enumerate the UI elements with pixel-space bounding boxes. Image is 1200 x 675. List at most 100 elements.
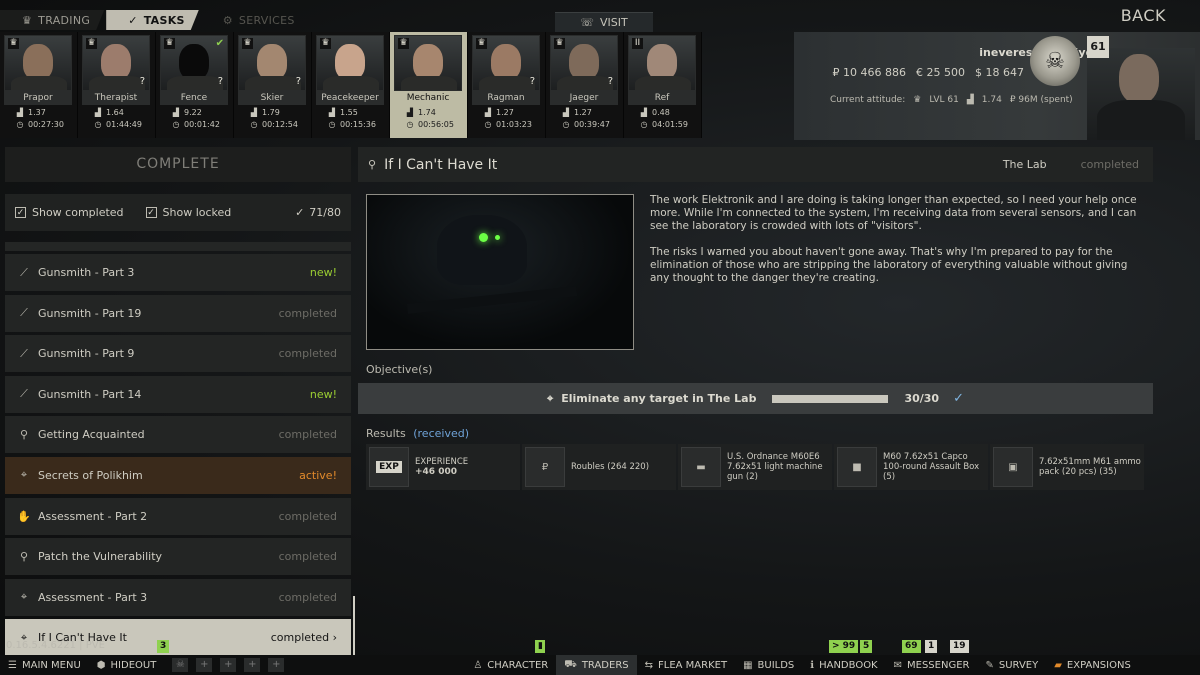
quest-name: Gunsmith - Part 3 — [38, 266, 135, 279]
target-icon: ⌖ — [20, 590, 28, 604]
reward-item[interactable]: ▣ 7.62x51mm M61 ammo pack (20 pcs) (35) — [990, 444, 1144, 490]
show-locked-checkbox[interactable]: ✓ — [145, 207, 157, 218]
bookmark-icon[interactable]: ▮ — [535, 640, 545, 653]
quest-image — [366, 194, 634, 350]
quest-list-item[interactable]: ⟋ Gunsmith - Part 14 new! — [5, 375, 351, 413]
quest-list-item[interactable]: ✋ Assessment - Part 2 completed — [5, 497, 351, 535]
status-chip[interactable]: 1 — [925, 640, 938, 653]
trader-card-jaeger[interactable]: ♛ ? Jaeger ▟ 1.27 ◷ 00:39:47 — [546, 32, 624, 138]
trader-restock-timer: ◷ 00:39:47 — [562, 120, 610, 129]
quest-list-item[interactable]: ⟋ Gunsmith - Part 3 new! — [5, 254, 351, 291]
trader-standing: ▟ 1.79 — [250, 108, 280, 117]
trader-portrait: ♛ ? — [550, 35, 618, 91]
quest-name: Assessment - Part 3 — [38, 590, 148, 604]
survey-icon: ✎ — [985, 659, 994, 671]
back-button[interactable]: BACK — [1121, 6, 1166, 25]
top-tabs: ♛ TRADING ✓ TASKS ⚙ SERVICES — [0, 10, 311, 30]
quest-description: The work Elektronik and I are doing is t… — [650, 194, 1142, 298]
trader-name: Prapor — [4, 91, 72, 105]
survey-button[interactable]: ✎ SURVEY — [977, 655, 1046, 675]
trader-card-ref[interactable]: II Ref ▟ 0.48 ◷ 04:01:59 — [624, 32, 702, 138]
standing-icon: ▟ — [16, 108, 24, 117]
trader-card-mechanic[interactable]: ♛ Mechanic ▟ 1.74 ◷ 00:56:05 — [390, 32, 468, 138]
trader-portrait: ♛ — [316, 35, 384, 91]
add-slot-icon[interactable]: + — [244, 658, 261, 672]
trader-standing: ▟ 1.64 — [94, 108, 124, 117]
version-text: 0.16.5.4.6221 | PVE — [6, 640, 105, 651]
trader-portrait: ♛ ✔ ? — [160, 35, 228, 91]
trader-name: Ref — [628, 91, 696, 105]
status-chip[interactable]: 19 — [950, 640, 969, 653]
builds-button[interactable]: ▦ BUILDS — [735, 655, 802, 675]
results-label: Results (received) — [366, 427, 469, 440]
reward-icon: ₽ — [525, 447, 565, 487]
quest-location: The Lab — [1002, 158, 1047, 171]
quest-list-item[interactable]: ⚲ Patch the Vulnerability completed — [5, 538, 351, 576]
reward-item[interactable]: ₽ Roubles (264 220) — [522, 444, 676, 490]
reward-text: U.S. Ordnance M60E6 7.62x51 light machin… — [727, 452, 829, 482]
trader-card-prapor[interactable]: ♛ Prapor ▟ 1.37 ◷ 00:27:30 — [0, 32, 78, 138]
character-button[interactable]: ♙ CHARACTER — [465, 655, 556, 675]
quest-list-item[interactable]: ⟋ Gunsmith - Part 9 completed — [5, 335, 351, 373]
notification-badge[interactable]: 3 — [157, 640, 170, 653]
skull-icon[interactable]: ☠ — [172, 658, 189, 672]
flea-market-button[interactable]: ⇆ FLEA MARKET — [637, 655, 735, 675]
quest-list: ⟋ Gunsmith - Part 3 new! ⟋ Gunsmith - Pa… — [5, 242, 351, 655]
main-menu-button[interactable]: ☰ MAIN MENU — [0, 655, 89, 675]
reward-line: U.S. Ordnance M60E6 7.62x51 light machin… — [727, 452, 823, 482]
complete-button[interactable]: COMPLETE — [5, 147, 351, 182]
standing-icon: ▟ — [484, 108, 492, 117]
crown-icon: ♛ — [164, 38, 175, 49]
show-completed-checkbox[interactable]: ✓ — [15, 207, 26, 218]
add-slot-icon[interactable]: + — [220, 658, 237, 672]
clock-icon: ◷ — [562, 120, 570, 129]
tab-tasks[interactable]: ✓ TASKS — [106, 10, 199, 30]
reward-icon: ■ — [837, 447, 877, 487]
traders-button[interactable]: ⛟ TRADERS — [556, 655, 637, 675]
add-slot-icon[interactable]: + — [268, 658, 285, 672]
status-chip[interactable]: 5 — [860, 640, 873, 653]
quest-title: If I Can't Have It — [384, 156, 498, 173]
trader-card-ragman[interactable]: ♛ ? Ragman ▟ 1.27 ◷ 01:03:23 — [468, 32, 546, 138]
show-locked-label: Show locked — [162, 206, 232, 219]
status-chip[interactable]: > 99 — [829, 640, 859, 653]
handbook-button[interactable]: ℹ HANDBOOK — [802, 655, 885, 675]
quest-name: Getting Acquainted — [38, 428, 145, 442]
trader-standing: ▟ 1.27 — [484, 108, 514, 117]
crown-icon: ♛ — [554, 38, 565, 49]
trader-name: Peacekeeper — [316, 91, 384, 105]
attitude-label: Current attitude: — [830, 95, 906, 105]
trader-restock-timer: ◷ 00:15:36 — [328, 120, 376, 129]
phone-icon: ☏ — [580, 16, 595, 29]
reward-text: EXPERIENCE +46 000 — [415, 457, 468, 477]
quest-list-item[interactable]: ⌖ Secrets of Polikhim active! — [5, 456, 351, 494]
reward-item[interactable]: ■ M60 7.62x51 Capco 100-round Assault Bo… — [834, 444, 988, 490]
quest-list-item[interactable]: ⌖ Assessment - Part 3 completed — [5, 578, 351, 616]
description-paragraph: The risks I warned you about haven't gon… — [650, 246, 1128, 284]
trader-name: Therapist — [82, 91, 150, 105]
messenger-button[interactable]: ✉ MESSENGER — [886, 655, 978, 675]
tab-trading[interactable]: ♛ TRADING — [0, 10, 104, 30]
trader-standing: ▟ 1.27 — [562, 108, 592, 117]
quest-count: ✓ 71/80 — [295, 206, 341, 219]
trader-strip: ♛ Prapor ▟ 1.37 ◷ 00:27:30 ♛ ? Therapist… — [0, 32, 705, 140]
reward-item[interactable]: EXP EXPERIENCE +46 000 — [366, 444, 520, 490]
reward-item[interactable]: ▬ U.S. Ordnance M60E6 7.62x51 light mach… — [678, 444, 832, 490]
hideout-button[interactable]: ⬢ HIDEOUT — [89, 655, 165, 675]
quest-list-item[interactable]: ⟋ Gunsmith - Part 19 completed — [5, 294, 351, 332]
search-icon: ⚲ — [19, 550, 29, 564]
dollars-balance: $ 18 647 — [975, 66, 1024, 79]
quest-list-item[interactable]: ⚲ Getting Acquainted completed — [5, 416, 351, 454]
trader-card-skier[interactable]: ♛ ? Skier ▟ 1.79 ◷ 00:12:54 — [234, 32, 312, 138]
hideout-icon: ⬢ — [96, 659, 106, 671]
trader-card-therapist[interactable]: ♛ ? Therapist ▟ 1.64 ◷ 01:44:49 — [78, 32, 156, 138]
add-slot-icon[interactable]: + — [196, 658, 213, 672]
status-chip[interactable]: 69 — [902, 640, 921, 653]
trader-card-fence[interactable]: ♛ ✔ ? Fence ▟ 9.22 ◷ 00:01:42 — [156, 32, 234, 138]
visit-button[interactable]: ☏ VISIT — [555, 12, 653, 32]
trader-card-peacekeeper[interactable]: ♛ Peacekeeper ▟ 1.55 ◷ 00:15:36 — [312, 32, 390, 138]
expansions-button[interactable]: ▰ EXPANSIONS — [1046, 655, 1139, 675]
trader-name: Fence — [160, 91, 228, 105]
info-icon: ℹ — [810, 659, 815, 671]
character-icon: ♙ — [473, 659, 483, 671]
